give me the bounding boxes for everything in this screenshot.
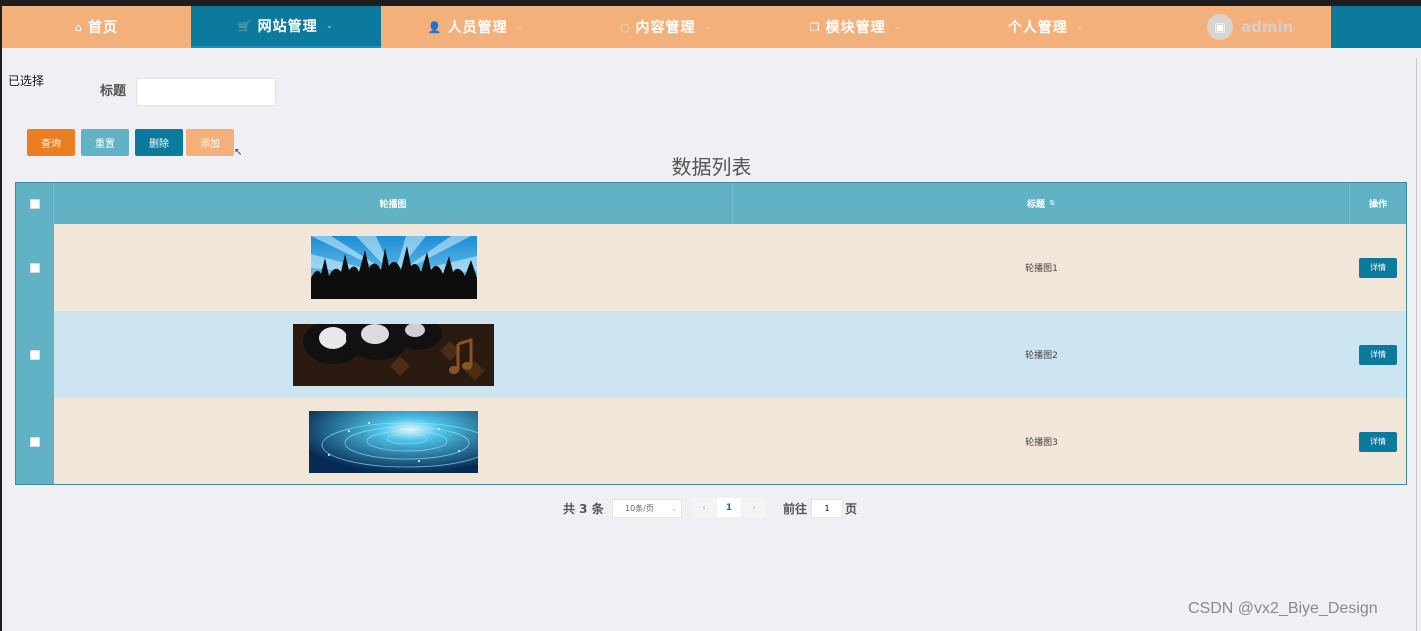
row-select-cell <box>16 398 54 484</box>
row-select-cell <box>16 311 54 398</box>
row-actions: 详情 <box>1350 311 1406 398</box>
watermark: CSDN @vx2_Biye_Design <box>1188 600 1378 617</box>
chevron-right-icon: › <box>752 502 756 513</box>
page-size-select[interactable]: 10条/页 ⌄ <box>612 499 682 518</box>
chat-icon: ◌ <box>619 20 631 34</box>
carousel-image-cell <box>54 311 733 398</box>
prev-page-button[interactable]: ‹ <box>692 498 716 517</box>
scrollbar[interactable] <box>1416 58 1417 631</box>
pagination-total: 共 3 条 <box>563 501 604 516</box>
chevron-down-icon: ⌄ <box>893 22 903 32</box>
nav-item-content-management[interactable]: ◌ 内容管理 ⌄ <box>571 6 761 48</box>
select-all-checkbox[interactable] <box>29 198 40 209</box>
page-number-1[interactable]: 1 <box>717 498 741 517</box>
nav-label: 模块管理 <box>825 20 886 36</box>
next-page-button[interactable]: › <box>742 498 766 517</box>
column-header-title[interactable]: 标题 ⇅ <box>733 183 1350 224</box>
row-actions: 详情 <box>1350 224 1406 311</box>
home-icon: ⌂ <box>75 20 83 34</box>
nav-label: 个人管理 <box>1007 20 1068 36</box>
table-row: 轮播图1 详情 <box>16 224 1406 311</box>
list-title: 数据列表 <box>671 155 752 179</box>
carousel-thumbnail-records[interactable] <box>293 323 494 386</box>
table-header: 轮播图 标题 ⇅ 操作 <box>16 183 1406 224</box>
page-suffix: 页 <box>845 501 858 516</box>
nav-item-module-management[interactable]: ❐ 模块管理 ⌄ <box>761 6 951 48</box>
carousel-thumbnail-concert[interactable] <box>310 236 477 299</box>
column-header-actions: 操作 <box>1350 183 1406 224</box>
copy-icon: ❐ <box>809 20 821 34</box>
detail-button[interactable]: 详情 <box>1359 257 1397 278</box>
chevron-down-icon: ⌄ <box>515 22 525 32</box>
column-header-label: 标题 <box>1027 200 1046 210</box>
user-icon: 👤 <box>427 20 443 34</box>
carousel-image-cell <box>54 398 733 484</box>
chevron-down-icon: ⌄ <box>325 21 335 31</box>
nav-right-panel <box>1331 6 1421 48</box>
nav-item-staff-management[interactable]: 👤 人员管理 ⌄ <box>381 6 571 48</box>
row-title: 轮播图3 <box>1025 438 1058 448</box>
table-row: 轮播图2 详情 <box>16 311 1406 398</box>
chevron-down-icon: ⌄ <box>671 504 677 513</box>
image-icon: ▣ <box>1207 14 1233 40</box>
goto-page-input[interactable] <box>811 499 843 518</box>
nav-label: 网站管理 <box>257 19 318 35</box>
nav-item-home[interactable]: ⌂ 首页 <box>2 6 191 48</box>
page-size-value: 10条/页 <box>625 504 654 513</box>
row-checkbox[interactable] <box>30 262 40 273</box>
nav-item-site-management[interactable]: 🛒 网站管理 ⌄ <box>191 6 381 48</box>
column-header-image: 轮播图 <box>54 183 733 224</box>
nav-label: 首页 <box>87 20 118 36</box>
user-menu[interactable]: ▣ admin <box>1207 6 1332 48</box>
detail-button[interactable]: 详情 <box>1359 431 1397 452</box>
nav-label: 内容管理 <box>635 20 696 36</box>
data-table: 轮播图 标题 ⇅ 操作 轮播图1 详情 轮播图2 详情 轮播图3 详情 <box>15 182 1407 485</box>
chevron-left-icon: ‹ <box>702 502 706 513</box>
column-header-label: 操作 <box>1368 200 1387 210</box>
row-select-cell <box>16 224 54 311</box>
nav-item-personal-management[interactable]: 个人管理 ⌄ <box>951 6 1141 48</box>
breadcrumb: 已选择 <box>8 74 45 88</box>
row-actions: 详情 <box>1350 398 1406 484</box>
sort-icon[interactable]: ⇅ <box>1049 200 1055 207</box>
search-label: 标题 <box>100 84 127 99</box>
row-title: 轮播图1 <box>1025 264 1058 274</box>
row-title: 轮播图2 <box>1025 351 1058 361</box>
nav-label: 人员管理 <box>447 20 508 36</box>
table-row: 轮播图3 详情 <box>16 398 1406 484</box>
title-search-input[interactable] <box>136 78 276 106</box>
row-checkbox[interactable] <box>30 349 40 360</box>
chevron-down-icon: ⌄ <box>1075 22 1085 32</box>
goto-label: 前往 <box>783 501 808 516</box>
cart-icon: 🛒 <box>237 19 253 33</box>
detail-button[interactable]: 详情 <box>1359 344 1397 365</box>
select-all-cell <box>16 183 54 224</box>
app-window: ⌂ 首页 🛒 网站管理 ⌄ 👤 人员管理 ⌄ ◌ 内容管理 ⌄ ❐ 模块管理 ⌄… <box>2 6 1421 631</box>
user-name: admin <box>1241 18 1294 36</box>
carousel-thumbnail-water[interactable] <box>309 410 478 473</box>
chevron-down-icon: ⌄ <box>703 22 713 32</box>
row-checkbox[interactable] <box>30 436 40 447</box>
carousel-image-cell <box>54 224 733 311</box>
top-nav: ⌂ 首页 🛒 网站管理 ⌄ 👤 人员管理 ⌄ ◌ 内容管理 ⌄ ❐ 模块管理 ⌄… <box>2 6 1421 48</box>
column-header-label: 轮播图 <box>379 200 407 210</box>
